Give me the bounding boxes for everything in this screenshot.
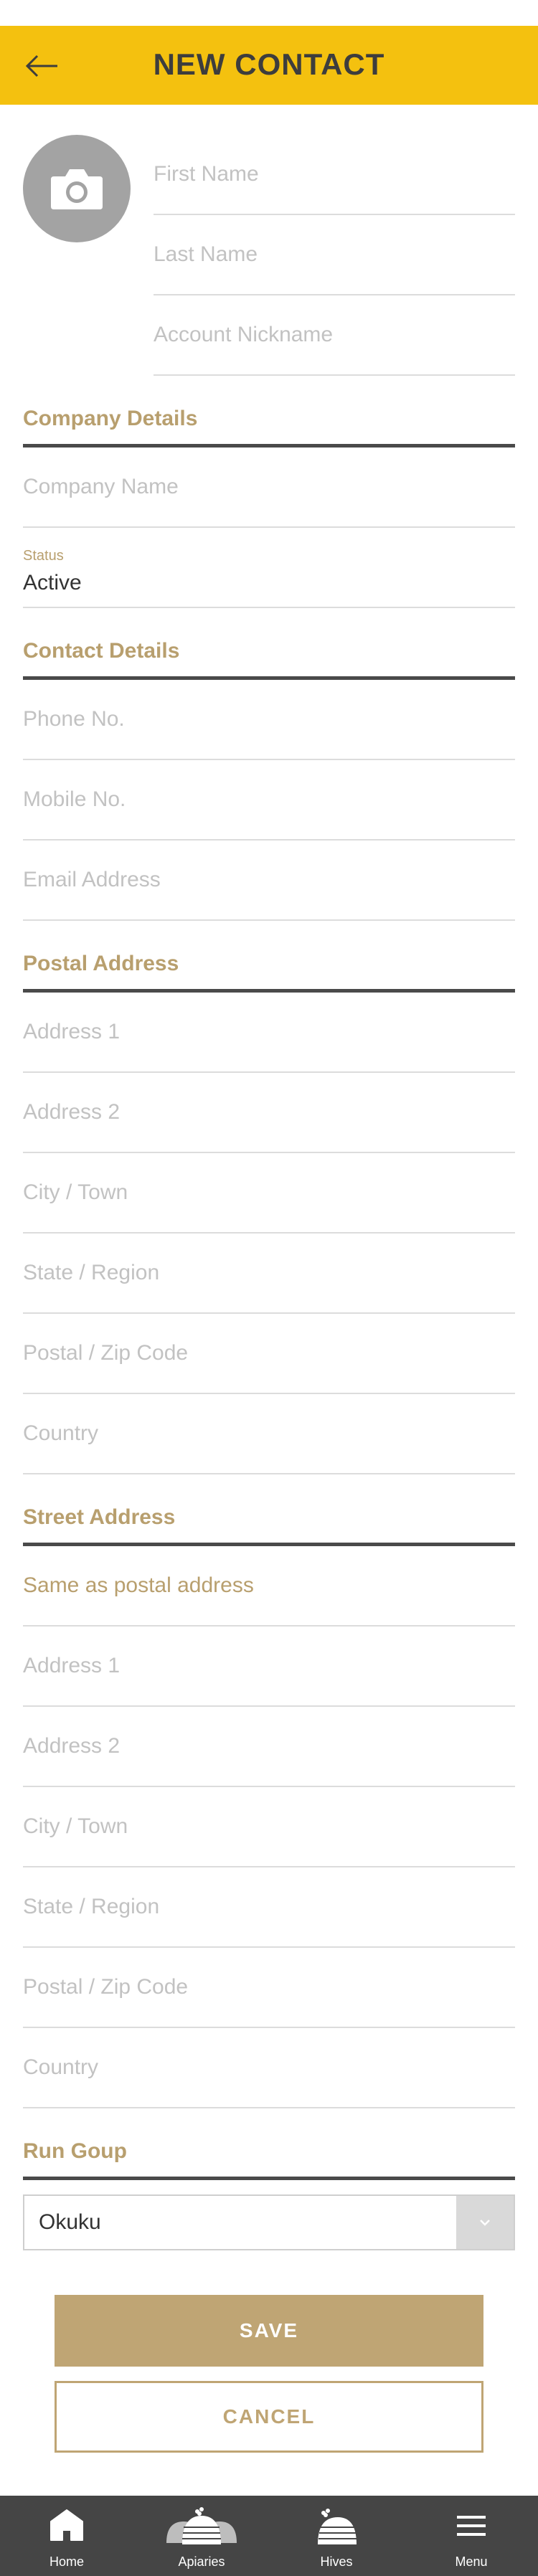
email-placeholder: Email Address xyxy=(23,868,161,891)
postal-city-field[interactable]: City / Town xyxy=(23,1153,515,1233)
street-address2-field[interactable]: Address 2 xyxy=(23,1707,515,1787)
section-title: Company Details xyxy=(23,407,198,430)
apiaries-icon xyxy=(166,2507,237,2544)
street-country-field[interactable]: Country xyxy=(23,2028,515,2108)
company-name-field[interactable]: Company Name xyxy=(23,448,515,528)
status-strip xyxy=(0,0,538,26)
run-group-select[interactable]: Okuku xyxy=(23,2194,515,2250)
nickname-field[interactable]: Account Nickname xyxy=(154,295,515,376)
zip-placeholder: Postal / Zip Code xyxy=(23,1975,189,1999)
postal-address1-field[interactable]: Address 1 xyxy=(23,993,515,1073)
nav-menu[interactable]: Menu xyxy=(421,2496,522,2576)
same-as-postal-toggle[interactable]: Same as postal address xyxy=(23,1546,515,1626)
city-placeholder: City / Town xyxy=(23,1814,128,1838)
nav-label: Menu xyxy=(455,2554,488,2569)
nav-hives[interactable]: Hives xyxy=(286,2496,387,2576)
nickname-placeholder: Account Nickname xyxy=(154,323,334,346)
mobile-field[interactable]: Mobile No. xyxy=(23,760,515,840)
status-label: Status xyxy=(23,548,64,564)
street-zip-field[interactable]: Postal / Zip Code xyxy=(23,1948,515,2028)
cancel-button[interactable]: CANCEL xyxy=(55,2381,483,2453)
street-state-field[interactable]: State / Region xyxy=(23,1867,515,1948)
street-address-heading: Street Address xyxy=(23,1503,515,1546)
run-group-value: Okuku xyxy=(39,2210,101,2234)
city-placeholder: City / Town xyxy=(23,1180,128,1204)
mobile-placeholder: Mobile No. xyxy=(23,787,126,811)
state-placeholder: State / Region xyxy=(23,1261,160,1284)
home-icon xyxy=(50,2509,83,2541)
page-title: NEW CONTACT xyxy=(153,47,385,81)
status-select[interactable]: Status Active xyxy=(23,528,515,608)
same-as-postal-label: Same as postal address xyxy=(23,1573,254,1597)
phone-field[interactable]: Phone No. xyxy=(23,680,515,760)
contact-photo-button[interactable] xyxy=(23,135,131,242)
country-placeholder: Country xyxy=(23,2055,99,2079)
nav-label: Home xyxy=(49,2554,84,2569)
postal-country-field[interactable]: Country xyxy=(23,1394,515,1474)
contact-details-heading: Contact Details xyxy=(23,637,515,680)
company-name-placeholder: Company Name xyxy=(23,475,179,498)
run-group-heading: Run Goup xyxy=(23,2137,515,2180)
postal-zip-field[interactable]: Postal / Zip Code xyxy=(23,1314,515,1394)
address2-placeholder: Address 2 xyxy=(23,1734,121,1758)
street-city-field[interactable]: City / Town xyxy=(23,1787,515,1867)
nav-apiaries[interactable]: Apiaries xyxy=(151,2496,252,2576)
app-header: NEW CONTACT xyxy=(0,0,538,105)
menu-icon xyxy=(457,2516,486,2536)
email-field[interactable]: Email Address xyxy=(23,840,515,921)
postal-address-heading: Postal Address xyxy=(23,950,515,993)
save-button[interactable]: SAVE xyxy=(55,2295,483,2367)
camera-icon xyxy=(51,169,103,209)
company-details-heading: Company Details xyxy=(23,404,515,448)
nav-label: Apiaries xyxy=(178,2554,225,2569)
section-title: Street Address xyxy=(23,1505,176,1529)
chevron-down-icon xyxy=(480,2220,490,2226)
nav-home[interactable]: Home xyxy=(16,2496,117,2576)
nav-label: Hives xyxy=(320,2554,353,2569)
address1-placeholder: Address 1 xyxy=(23,1654,121,1677)
first-name-field[interactable]: First Name xyxy=(154,135,515,215)
phone-placeholder: Phone No. xyxy=(23,707,125,731)
last-name-field[interactable]: Last Name xyxy=(154,215,515,295)
dropdown-toggle[interactable] xyxy=(456,2196,514,2249)
state-placeholder: State / Region xyxy=(23,1895,160,1918)
postal-state-field[interactable]: State / Region xyxy=(23,1233,515,1314)
section-title: Run Goup xyxy=(23,2139,127,2163)
street-address1-field[interactable]: Address 1 xyxy=(23,1626,515,1707)
hive-icon xyxy=(318,2509,357,2544)
address2-placeholder: Address 2 xyxy=(23,1100,121,1124)
section-title: Contact Details xyxy=(23,639,180,663)
country-placeholder: Country xyxy=(23,1421,99,1445)
bottom-nav: Home Apiaries Hives Menu xyxy=(0,2496,538,2576)
postal-address2-field[interactable]: Address 2 xyxy=(23,1073,515,1153)
zip-placeholder: Postal / Zip Code xyxy=(23,1341,189,1365)
section-title: Postal Address xyxy=(23,952,179,975)
last-name-placeholder: Last Name xyxy=(154,242,258,266)
first-name-placeholder: First Name xyxy=(154,162,259,186)
status-value: Active xyxy=(23,571,82,595)
address1-placeholder: Address 1 xyxy=(23,1020,121,1043)
